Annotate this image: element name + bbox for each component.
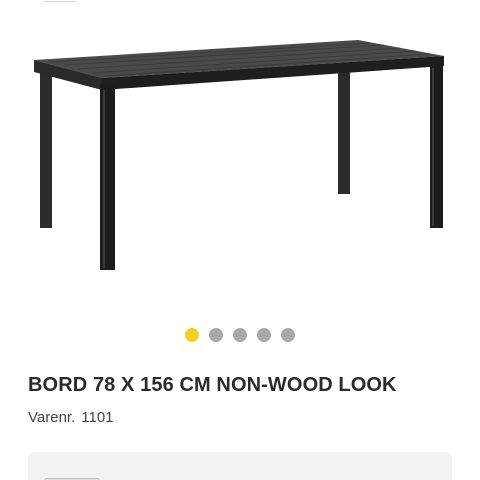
purchase-panel: [28, 452, 452, 480]
carousel-dot-5[interactable]: [281, 328, 295, 342]
carousel-dot-2[interactable]: [209, 328, 223, 342]
carousel-pagination: [0, 328, 480, 348]
sku-label: Varenr.: [28, 409, 76, 426]
table-leg-front-right: [430, 62, 443, 228]
sku-value: 1101: [81, 409, 114, 426]
table-leg-front-left: [100, 84, 115, 270]
table-illustration: [34, 40, 444, 270]
table-leg-back-left: [40, 66, 52, 228]
carousel-dot-3[interactable]: [233, 328, 247, 342]
product-sku: Varenr. 1101: [28, 409, 120, 426]
carousel-dot-1[interactable]: [185, 328, 199, 342]
product-title: BORD 78 X 156 CM NON-WOOD LOOK: [28, 374, 397, 396]
product-image[interactable]: [0, 0, 480, 310]
table-leg-back-right: [338, 70, 350, 194]
carousel-dot-4[interactable]: [257, 328, 271, 342]
